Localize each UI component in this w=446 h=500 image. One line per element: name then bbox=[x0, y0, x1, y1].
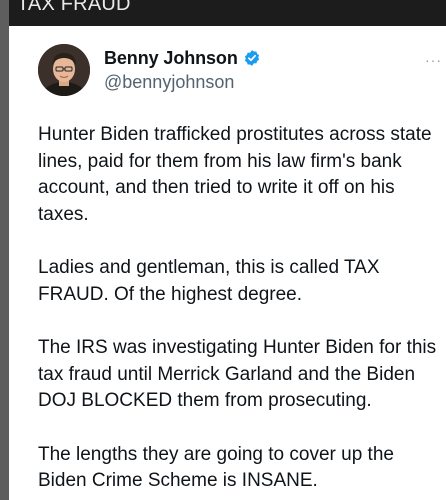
avatar[interactable] bbox=[38, 44, 90, 96]
tweet-paragraph: Ladies and gentleman, this is called TAX… bbox=[38, 257, 380, 305]
verified-badge-icon bbox=[243, 49, 261, 67]
author-name-row: Benny Johnson bbox=[104, 46, 261, 70]
tweet-body: Hunter Biden trafficked prostitutes acro… bbox=[38, 122, 443, 500]
banner-caption: TAX FRAUD bbox=[9, 0, 446, 26]
banner-label: TAX FRAUD bbox=[17, 0, 131, 15]
ellipsis-icon[interactable]: ··· bbox=[425, 52, 442, 68]
tweet-card: Benny Johnson @bennyjohnson ··· Hunter B… bbox=[9, 26, 446, 500]
tweet-paragraph: The IRS was investigating Hunter Biden f… bbox=[38, 337, 437, 411]
author-handle[interactable]: @bennyjohnson bbox=[104, 72, 234, 93]
tweet-paragraph: Hunter Biden trafficked prostitutes acro… bbox=[38, 124, 432, 225]
author-display-name[interactable]: Benny Johnson bbox=[104, 48, 238, 69]
tweet-paragraph: The lengths they are going to cover up t… bbox=[38, 443, 394, 492]
background-strip bbox=[0, 0, 9, 500]
